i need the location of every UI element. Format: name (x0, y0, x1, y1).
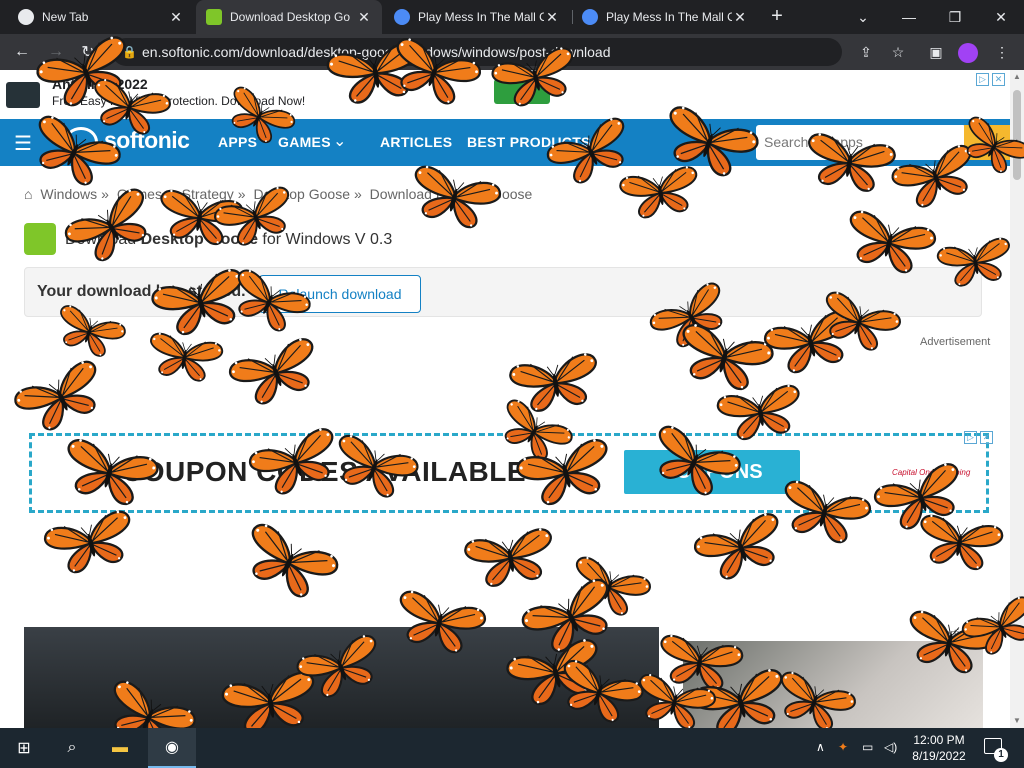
close-tab-icon[interactable]: ✕ (356, 9, 372, 26)
download-message: Your download has started. (37, 283, 246, 300)
desktop-goose-app-icon (24, 223, 56, 255)
game-favicon-icon (582, 9, 598, 25)
profile-avatar[interactable] (958, 43, 978, 63)
article-image[interactable] (24, 627, 659, 728)
adchoices-icon[interactable]: ▷ (976, 73, 989, 86)
breadcrumb: ⌂ Windows» Games» Strategy» Desktop Goos… (24, 186, 533, 202)
butterfly-tray-icon[interactable]: ✦ (838, 740, 848, 754)
title-suffix: for Windows (262, 231, 351, 248)
browser-tab-strip: New Tab ✕ Download Desktop Go ✕ Play Mes… (0, 0, 1024, 34)
tab-title: Download Desktop Go (230, 10, 351, 24)
clock-time: 12:00 PM (913, 733, 965, 747)
new-tab-button[interactable]: + (766, 5, 788, 27)
ad-heading: Antivirus 2022 (52, 76, 148, 92)
chevron-down-icon[interactable]: ⌄ (333, 131, 346, 151)
home-icon[interactable]: ⌂ (24, 186, 32, 202)
title-prefix: Download (65, 231, 137, 248)
ad-close-icon[interactable]: ✕ (980, 431, 993, 444)
scrollbar-thumb[interactable] (1013, 90, 1021, 180)
banner-text: COUPON CODES AVAILABLE (122, 456, 527, 487)
notification-count-badge: 1 (994, 748, 1008, 762)
antivirus-logo-icon (6, 82, 40, 108)
site-search-button[interactable] (964, 125, 1010, 160)
banner-coupons-button[interactable]: COUPONS (624, 450, 800, 494)
hamburger-menu-icon[interactable]: ☰ (14, 131, 32, 156)
site-brand[interactable]: softonic (104, 127, 190, 154)
address-bar[interactable]: 🔒 en.softonic.com/download/desktop-goose… (112, 38, 842, 66)
close-tab-icon[interactable]: ✕ (168, 9, 184, 26)
softonic-favicon-icon (206, 9, 222, 25)
windows-start-icon[interactable]: ⊞ (0, 728, 48, 768)
banner-brand: Capital One Shopping (892, 468, 971, 477)
adchoices-icon[interactable]: ▷ (964, 431, 977, 444)
nav-best-products[interactable]: BEST PRODUCTS (467, 134, 591, 150)
ad-description: Free Easy PC Virus Protection. Download … (52, 94, 306, 108)
breadcrumb-strategy[interactable]: Strategy (182, 186, 234, 202)
ad-close-icon[interactable]: ✕ (992, 73, 1005, 86)
tab-title: Play Mess In The Mall O (418, 10, 544, 24)
chrome-icon (18, 9, 34, 25)
clock-date: 8/19/2022 (912, 749, 966, 763)
url-text: en.softonic.com/download/desktop-goose-w… (142, 44, 611, 60)
close-tab-icon[interactable]: ✕ (732, 9, 748, 26)
restore-button[interactable]: ❐ (932, 0, 978, 34)
ad-image[interactable] (683, 641, 983, 728)
softonic-logo-icon (64, 127, 98, 157)
nav-articles[interactable]: ARTICLES (380, 134, 452, 150)
chrome-taskbar-icon[interactable]: ◉ (148, 728, 196, 768)
site-nav-bar: ☰ softonic APPS GAMES ⌄ ARTICLES BEST PR… (0, 119, 1010, 166)
page-title: Download Desktop Goose for Windows V 0.3 (65, 231, 392, 249)
page-viewport: Antivirus 2022 Free Easy PC Virus Protec… (0, 70, 1024, 728)
coupon-banner-ad[interactable]: COUPON CODES AVAILABLE COUPONS Capital O… (29, 433, 989, 513)
nav-games[interactable]: GAMES (278, 134, 331, 150)
ad-cta-button[interactable] (494, 79, 550, 104)
tab-search-icon[interactable]: ⌄ (840, 0, 886, 34)
game-favicon-icon (394, 9, 410, 25)
lock-icon: 🔒 (122, 45, 137, 59)
tab-play-mess-in-the-mall[interactable]: Play Mess In The Mall O ✕ (384, 0, 570, 34)
title-app-name: Desktop Goose (140, 231, 258, 248)
tab-download-desktop-goose[interactable]: Download Desktop Go ✕ (196, 0, 382, 34)
nav-apps[interactable]: APPS (218, 134, 257, 150)
breadcrumb-games[interactable]: Games (117, 186, 162, 202)
tab-new-tab[interactable]: New Tab ✕ (8, 0, 194, 34)
site-search-input[interactable]: Search for apps (756, 125, 966, 160)
browser-toolbar: ← → ↻ 🔒 en.softonic.com/download/desktop… (0, 34, 1024, 70)
scroll-up-icon[interactable]: ▲ (1010, 70, 1024, 84)
share-icon[interactable]: ⇪ (856, 42, 876, 62)
close-window-button[interactable]: ✕ (978, 0, 1024, 34)
breadcrumb-windows[interactable]: Windows (40, 186, 97, 202)
advertisement-label: Advertisement (920, 336, 991, 348)
windows-taskbar: ⊞ ⌕ ▬ ◉ ∧ ✦ ▭ ◁) 12:00 PM 8/19/2022 1 (0, 728, 1024, 768)
menu-kebab-icon[interactable]: ⋮ (992, 42, 1012, 62)
side-panel-icon[interactable]: ▣ (926, 42, 946, 62)
file-explorer-icon[interactable]: ▬ (96, 728, 144, 768)
title-version: V 0.3 (354, 231, 393, 248)
minimize-button[interactable]: — (886, 0, 932, 34)
page-scrollbar[interactable]: ▲ ▼ (1010, 70, 1024, 728)
tab-play-mess-in-the-mall-2[interactable]: Play Mess In The Mall O ✕ (572, 0, 758, 34)
breadcrumb-current: Download Desktop Goose (369, 186, 533, 202)
tab-title: New Tab (42, 10, 89, 24)
download-status-bar: Your download has started. Relaunch down… (24, 267, 982, 317)
close-tab-icon[interactable]: ✕ (544, 9, 560, 26)
taskbar-search-icon[interactable]: ⌕ (48, 728, 96, 768)
network-icon[interactable]: ▭ (862, 740, 873, 754)
reload-button[interactable]: ↻ (74, 38, 102, 66)
tab-title: Play Mess In The Mall O (606, 10, 732, 24)
back-button[interactable]: ← (8, 38, 36, 66)
top-advertisement[interactable]: Antivirus 2022 Free Easy PC Virus Protec… (0, 70, 1024, 118)
relaunch-download-button[interactable]: Relaunch download (259, 275, 421, 313)
bookmark-star-icon[interactable]: ☆ (888, 42, 908, 62)
advertisement-label-lower: Advertisement (925, 628, 996, 640)
volume-icon[interactable]: ◁) (884, 740, 897, 754)
forward-button[interactable]: → (42, 38, 70, 66)
tray-overflow-chevron-icon[interactable]: ∧ (816, 740, 825, 754)
breadcrumb-desktop-goose[interactable]: Desktop Goose (253, 186, 350, 202)
scroll-down-icon[interactable]: ▼ (1010, 714, 1024, 728)
taskbar-clock[interactable]: 12:00 PM 8/19/2022 (904, 732, 974, 764)
